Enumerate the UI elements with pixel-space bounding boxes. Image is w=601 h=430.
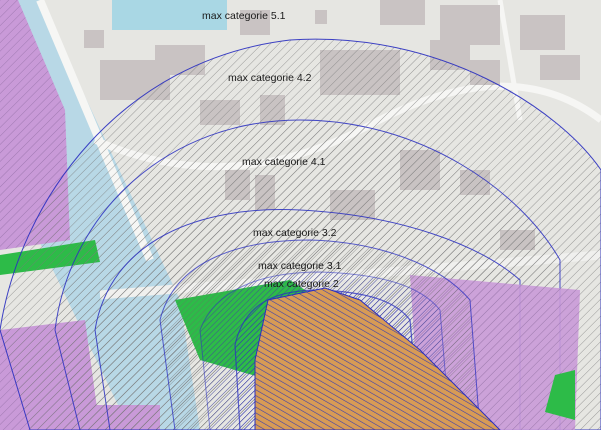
zone-label-3-2: max categorie 3.2 bbox=[253, 227, 337, 239]
zone-label-5-1: max categorie 5.1 bbox=[202, 10, 286, 22]
zone-label-4-2: max categorie 4.2 bbox=[228, 72, 312, 84]
zone-label-3-1: max categorie 3.1 bbox=[258, 260, 342, 272]
zone-label-4-1: max categorie 4.1 bbox=[242, 156, 326, 168]
zone-label-2: max categorie 2 bbox=[264, 278, 339, 290]
hazard-zone-map[interactable] bbox=[0, 0, 601, 430]
